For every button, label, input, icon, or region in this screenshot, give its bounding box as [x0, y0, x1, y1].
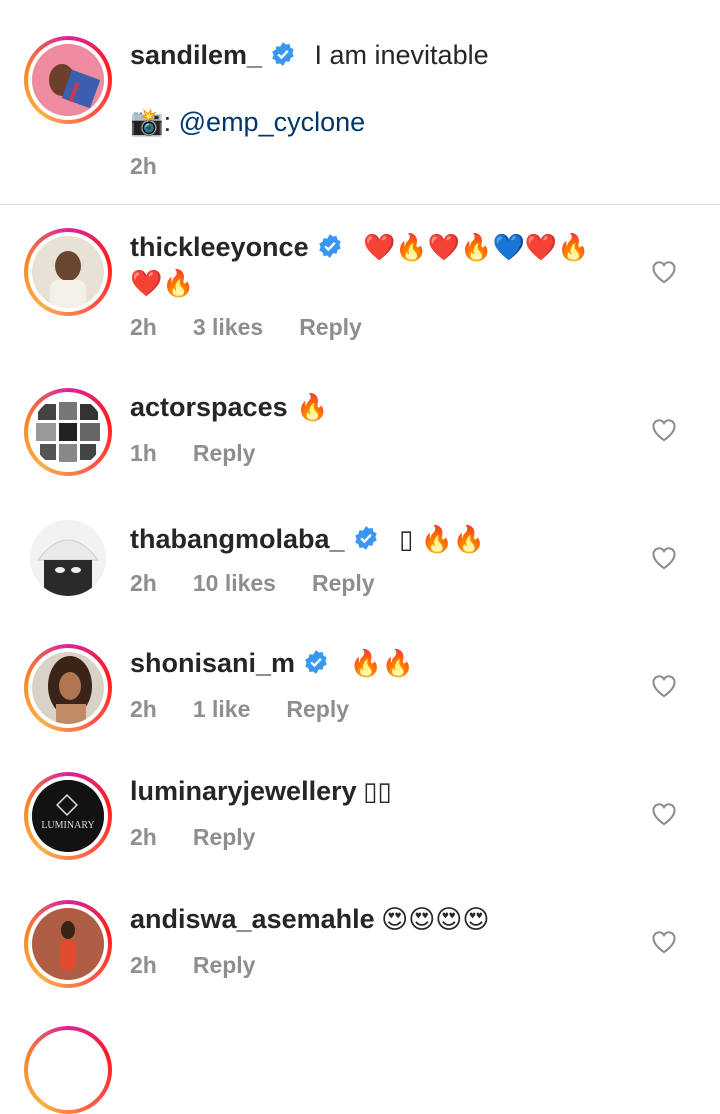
commenter-username[interactable]: shonisani_m	[130, 648, 295, 678]
caption-username[interactable]: sandilem_	[130, 40, 262, 70]
reply-button[interactable]: Reply	[312, 570, 375, 596]
caption-credit-prefix: :	[163, 107, 179, 137]
verified-badge-icon	[318, 234, 341, 258]
comment-time: 1h	[130, 440, 157, 466]
caption-avatar[interactable]	[24, 36, 112, 124]
commenter-avatar[interactable]	[24, 644, 112, 732]
commenter-username[interactable]: andiswa_asemahle	[130, 904, 375, 934]
comment-text: ▯▯	[363, 776, 392, 806]
comment-text: 🔥🔥	[349, 648, 415, 678]
comment-meta: 2h Reply	[130, 824, 291, 851]
like-heart-icon[interactable]	[650, 416, 678, 442]
avatar-photo-icon	[32, 908, 104, 980]
commenter-avatar[interactable]	[24, 228, 112, 316]
comment-time: 2h	[130, 570, 157, 596]
like-heart-icon[interactable]	[650, 928, 678, 954]
caption-time: 2h	[130, 153, 157, 179]
commenter-avatar[interactable]	[24, 388, 112, 476]
commenter-username[interactable]: thickleeyonce	[130, 232, 309, 262]
comment-time: 2h	[130, 696, 157, 722]
like-heart-icon[interactable]	[650, 258, 678, 284]
caption-section: sandilem_ I am inevitable 📸: @emp_cyclon…	[0, 0, 720, 204]
reply-button[interactable]: Reply	[193, 952, 256, 978]
avatar-photo-icon	[30, 520, 106, 596]
comment-likes[interactable]: 10 likes	[193, 570, 276, 596]
reply-button[interactable]: Reply	[299, 314, 362, 340]
comment-meta: 2h Reply	[130, 952, 291, 979]
commenter-username[interactable]: actorspaces	[130, 392, 288, 422]
avatar-photo-icon	[32, 396, 104, 468]
like-heart-icon[interactable]	[650, 800, 678, 826]
comment-time: 2h	[130, 314, 157, 340]
verified-badge-icon	[272, 42, 294, 66]
like-heart-icon[interactable]	[650, 672, 678, 698]
comment-text: 😍😍😍😍	[381, 904, 490, 934]
reply-button[interactable]: Reply	[193, 824, 256, 850]
comment-likes[interactable]: 1 like	[193, 696, 251, 722]
comment-meta: 1h Reply	[130, 440, 291, 467]
comment-time: 2h	[130, 952, 157, 978]
commenter-avatar[interactable]	[24, 900, 112, 988]
comment-meta: 2h 1 like Reply	[130, 696, 385, 723]
comment-text: ▯ 🔥🔥	[399, 524, 486, 554]
commenter-avatar[interactable]	[30, 520, 106, 596]
comment-meta: 2h 3 likes Reply	[130, 314, 398, 341]
comment-time: 2h	[130, 824, 157, 850]
svg-text:LUMINARY: LUMINARY	[41, 820, 94, 831]
commenter-avatar[interactable]: LUMINARY	[24, 772, 112, 860]
avatar-photo-icon	[32, 44, 104, 116]
reply-button[interactable]: Reply	[193, 440, 256, 466]
caption-text: I am inevitable	[314, 40, 489, 70]
luminary-logo-icon: LUMINARY	[32, 780, 104, 852]
verified-badge-icon	[305, 650, 327, 674]
verified-badge-icon	[354, 526, 377, 550]
like-heart-icon[interactable]	[650, 544, 678, 570]
reply-button[interactable]: Reply	[286, 696, 349, 722]
comment-meta: 2h 10 likes Reply	[130, 570, 411, 597]
avatar-photo-icon	[32, 652, 104, 724]
commenter-avatar-partial[interactable]	[24, 1026, 112, 1114]
comment-likes[interactable]: 3 likes	[193, 314, 263, 340]
commenter-username[interactable]: luminaryjewellery	[130, 776, 357, 806]
commenter-username[interactable]: thabangmolaba_	[130, 524, 345, 554]
camera-emoji: 📸	[130, 107, 164, 137]
divider	[0, 204, 720, 205]
comment-text: ❤️🔥❤️🔥💙❤️🔥	[363, 232, 590, 262]
comment-text: 🔥	[296, 392, 329, 422]
caption-mention-link[interactable]: @emp_cyclone	[179, 107, 366, 137]
comment-text-continued: ❤️🔥	[130, 268, 195, 298]
avatar-photo-icon	[32, 236, 104, 308]
